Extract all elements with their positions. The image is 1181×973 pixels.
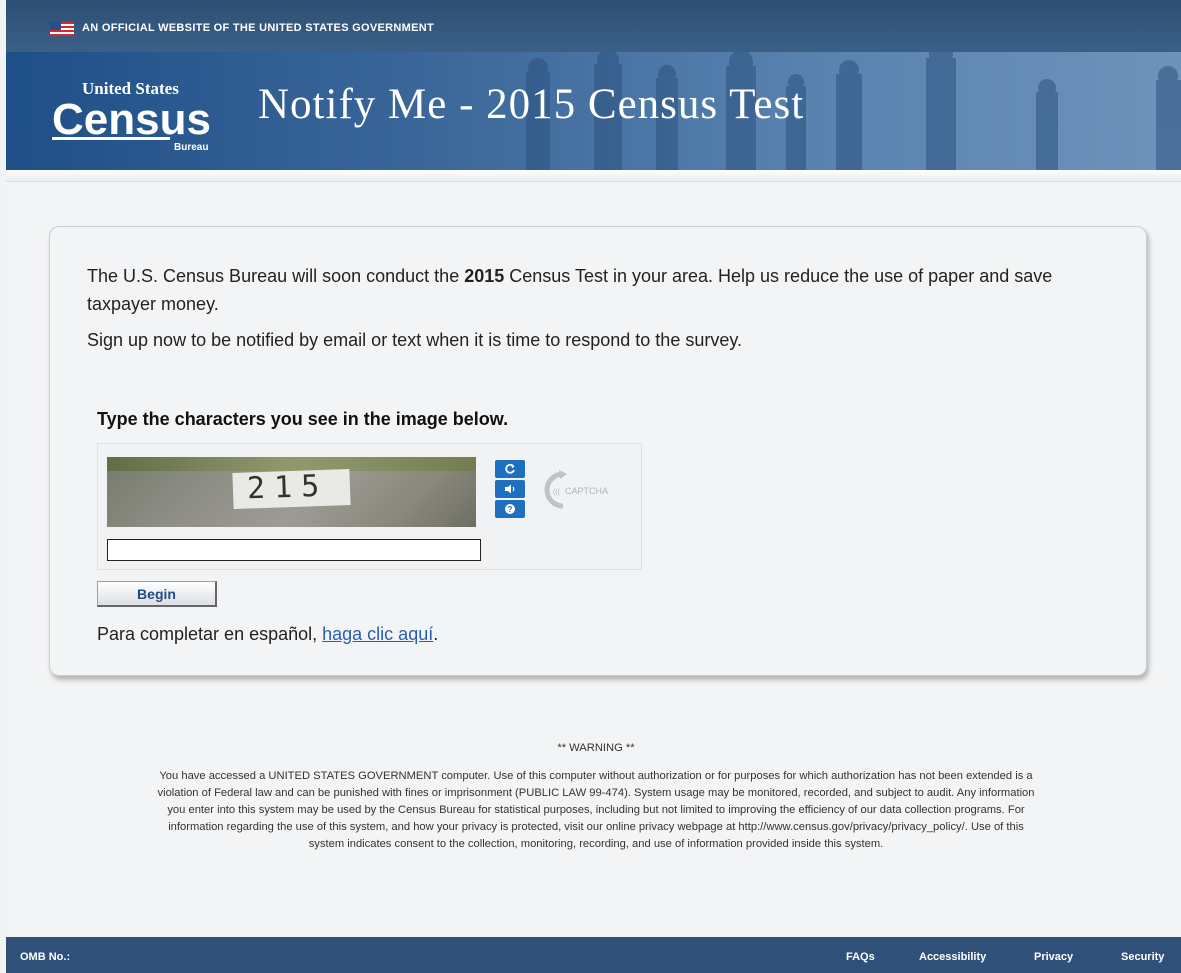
header-separator [6, 170, 1181, 182]
help-icon: ? [505, 504, 515, 514]
spanish-line: Para completar en español, haga clic aqu… [97, 624, 438, 645]
intro-text-part: The U.S. Census Bureau will soon conduct… [87, 266, 465, 286]
captcha-audio-button[interactable] [495, 480, 525, 498]
svg-text:(((: ((( [553, 489, 561, 496]
footer-link-accessibility[interactable]: Accessibility [919, 951, 986, 963]
notify-card: The U.S. Census Bureau will soon conduct… [49, 226, 1147, 676]
intro-text: The U.S. Census Bureau will soon conduct… [87, 262, 1087, 318]
captcha-image-text: 215 [246, 468, 329, 507]
gov-banner: AN OFFICIAL WEBSITE OF THE UNITED STATES… [6, 0, 1181, 52]
signup-text: Sign up now to be notified by email or t… [87, 330, 743, 350]
footer-link-faqs[interactable]: FAQs [846, 951, 875, 963]
svg-text:Bureau: Bureau [174, 142, 208, 153]
page: AN OFFICIAL WEBSITE OF THE UNITED STATES… [6, 0, 1181, 973]
captcha-widget: 215 ? ((( CAPTCHA [97, 443, 642, 570]
us-flag-icon [50, 22, 74, 36]
gov-banner-text: AN OFFICIAL WEBSITE OF THE UNITED STATES… [82, 22, 435, 34]
captcha-refresh-button[interactable] [495, 460, 525, 478]
captcha-help-button[interactable]: ? [495, 500, 525, 518]
census-bureau-logo: United States Census Bureau [52, 79, 211, 153]
site-footer: OMB No.: FAQs Accessibility Privacy Secu… [6, 937, 1181, 973]
captcha-image: 215 [107, 457, 476, 527]
warning-body: You have accessed a UNITED STATES GOVERN… [157, 770, 1035, 850]
begin-button[interactable]: Begin [97, 581, 217, 607]
captcha-heading: Type the characters you see in the image… [97, 409, 509, 429]
captcha-input[interactable] [107, 539, 481, 561]
footer-link-privacy[interactable]: Privacy [1034, 951, 1073, 963]
refresh-icon [505, 463, 515, 474]
intro-year: 2015 [464, 266, 505, 286]
spanish-text: Para completar en español, [97, 624, 323, 644]
audio-icon [505, 484, 515, 494]
warning-notice: ** WARNING ** You have accessed a UNITED… [156, 740, 1036, 853]
omb-number: OMB No.: [20, 951, 71, 963]
site-header: United States Census Bureau Notify Me - … [6, 52, 1181, 170]
footer-link-security[interactable]: Security [1121, 951, 1164, 963]
svg-text:?: ? [508, 505, 513, 514]
svg-text:Census: Census [52, 95, 211, 144]
page-title: Notify Me - 2015 Census Test [258, 81, 805, 128]
spanish-link[interactable]: haga clic aquí [322, 624, 433, 644]
captcha-provider-label: CAPTCHA [565, 486, 608, 496]
captcha-provider-logo: ((( CAPTCHA [544, 470, 608, 509]
warning-heading: ** WARNING ** [557, 742, 635, 754]
spanish-period: . [433, 624, 439, 644]
